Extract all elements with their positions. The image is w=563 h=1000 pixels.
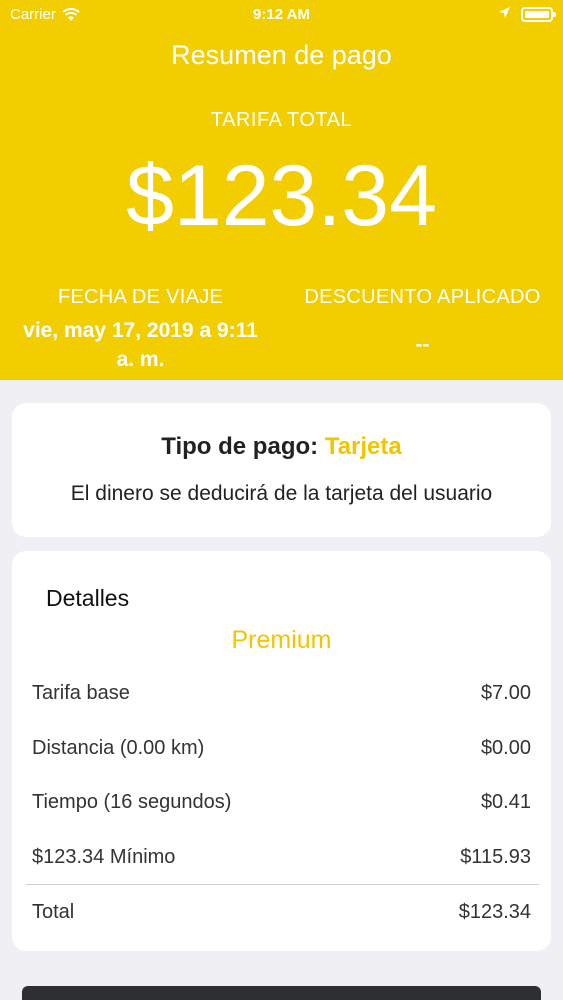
discount-label: DESCUENTO APLICADO	[304, 286, 541, 308]
details-card: Detalles Premium Tarifa base $7.00 Dista…	[12, 551, 551, 951]
detail-row: Distancia (0.00 km) $0.00	[32, 737, 531, 767]
status-time: 9:12 AM	[253, 6, 310, 23]
detail-label: Tiempo (16 segundos)	[32, 791, 232, 813]
detail-row: Tarifa base $7.00	[32, 682, 531, 712]
trip-date-label: FECHA DE VIAJE	[57, 286, 224, 308]
status-bar: Carrier 9:12 AM	[0, 0, 563, 30]
battery-icon	[521, 7, 556, 22]
total-label: Total	[32, 901, 75, 923]
page-title: Resumen de pago	[171, 40, 392, 70]
payment-type-label: Tipo de pago:	[161, 433, 319, 460]
payment-type-card: Tipo de pago: Tarjeta El dinero se deduc…	[12, 403, 551, 537]
detail-row: $123.34 Mínimo $115.93	[32, 846, 531, 876]
detail-value: $115.93	[460, 846, 531, 868]
discount-value: --	[415, 333, 430, 356]
detail-label: Tarifa base	[32, 682, 130, 704]
total-fare-amount: $123.34	[126, 148, 437, 244]
plan-name: Premium	[231, 626, 332, 654]
detail-value: $0.00	[480, 737, 531, 759]
location-arrow-icon	[498, 6, 511, 23]
payment-description: El dinero se deducirá de la tarjeta del …	[70, 482, 493, 505]
total-divider	[26, 884, 539, 885]
total-row: Total $123.34	[32, 901, 531, 931]
trip-date-value: vie, may 17, 2019 a 9:11 a. m.	[23, 319, 258, 371]
detail-label: $123.34 Mínimo	[32, 846, 176, 868]
total-fare-label: TARIFA TOTAL	[210, 109, 353, 131]
detail-value: $0.41	[480, 791, 531, 813]
payment-type: Tipo de pago: Tarjeta	[12, 433, 551, 461]
payment-type-value: Tarjeta	[324, 433, 402, 460]
bottom-action-button[interactable]	[22, 986, 541, 1000]
status-right-group	[498, 6, 556, 23]
detail-label: Distancia (0.00 km)	[32, 737, 205, 759]
payment-summary-header: Carrier 9:12 AM Resumen de pago TARIFA T…	[0, 0, 563, 380]
total-value: $123.34	[458, 901, 531, 923]
detail-row: Tiempo (16 segundos) $0.41	[32, 791, 531, 821]
detail-value: $7.00	[480, 682, 531, 704]
details-title: Detalles	[46, 585, 130, 611]
